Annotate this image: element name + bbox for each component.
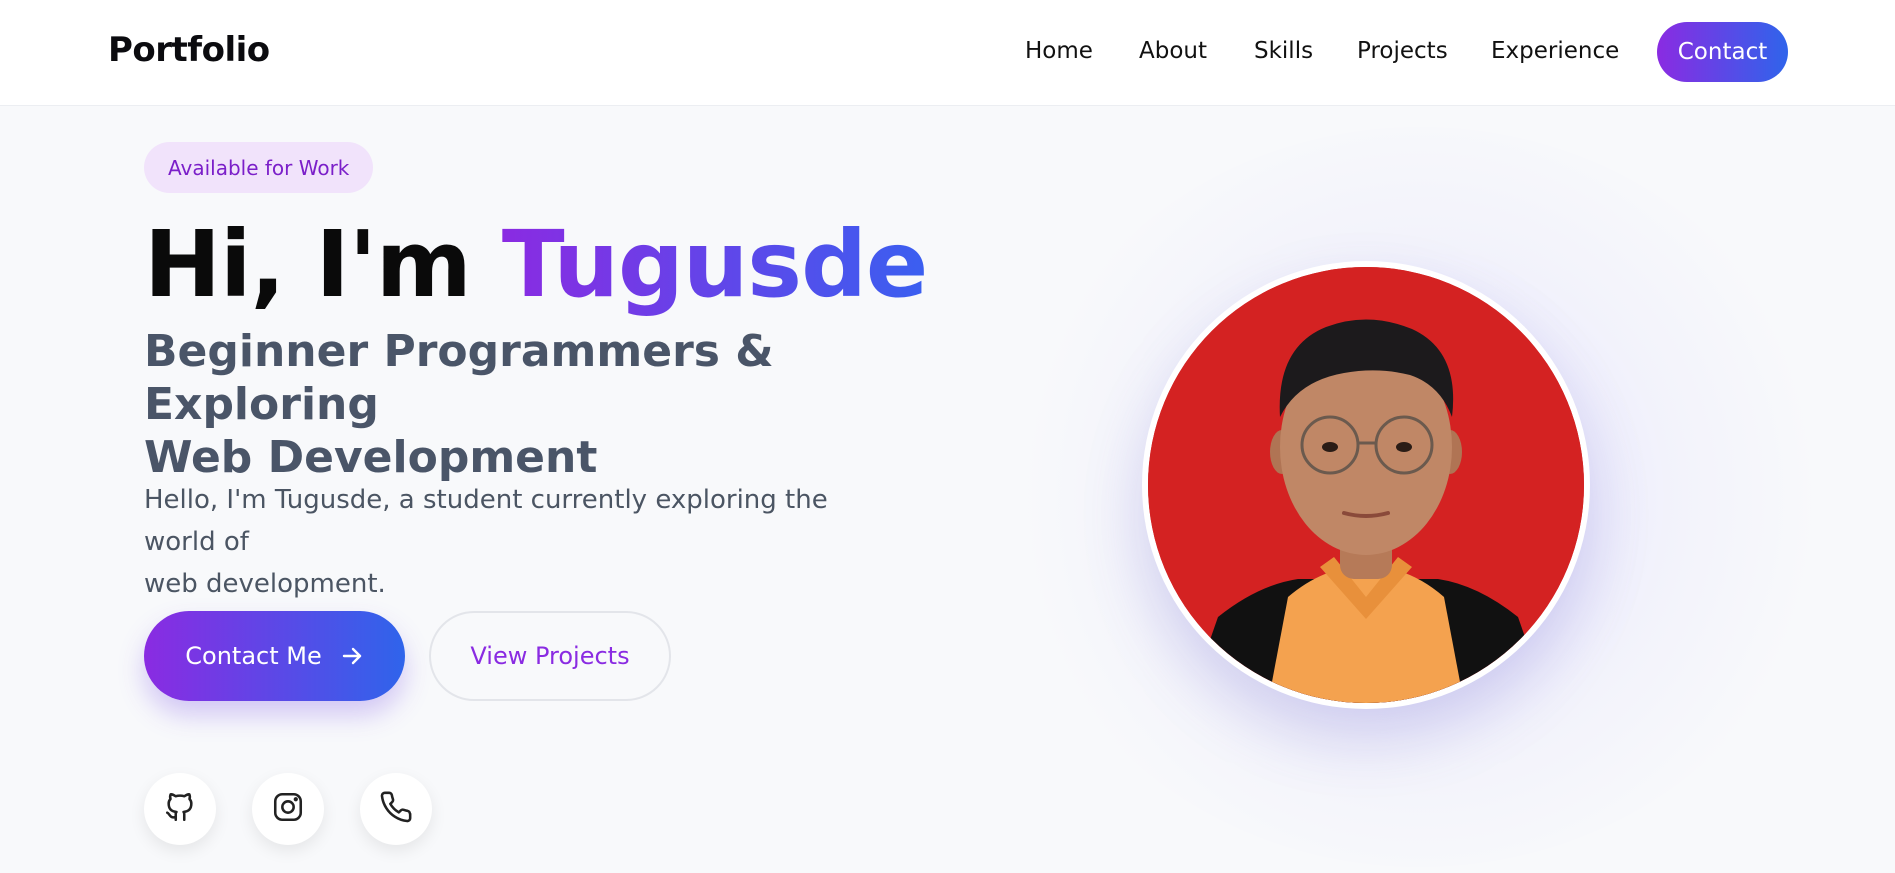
arrow-right-icon [340, 644, 364, 668]
intro-line-2: web development. [144, 569, 386, 599]
instagram-link[interactable] [252, 773, 324, 845]
intro-line-1: Hello, I'm Tugusde, a student currently … [144, 485, 828, 557]
github-icon [163, 790, 197, 828]
headline-name: Tugusde [501, 211, 929, 318]
nav-home[interactable]: Home [1025, 38, 1093, 64]
subtitle-line-2: Web Development [144, 432, 598, 483]
headline-greeting: Hi, I'm [144, 211, 502, 318]
contact-me-button[interactable]: Contact Me [144, 611, 405, 701]
profile-photo-illustration [1148, 267, 1584, 703]
navbar: Portfolio Home About Skills Projects Exp… [0, 0, 1895, 106]
subtitle-line-1: Beginner Programmers & Exploring [144, 326, 774, 430]
availability-badge: Available for Work [144, 142, 374, 193]
hero-subtitle: Beginner Programmers & Exploring Web Dev… [144, 325, 904, 484]
hero-headline: Hi, I'm Tugusde [144, 207, 929, 322]
phone-link[interactable] [360, 773, 432, 845]
hero-intro: Hello, I'm Tugusde, a student currently … [144, 479, 904, 605]
hero-section: Available for Work Hi, I'm Tugusde Begin… [0, 107, 1895, 873]
github-link[interactable] [144, 773, 216, 845]
view-projects-button[interactable]: View Projects [429, 611, 671, 701]
instagram-icon [271, 790, 305, 828]
profile-photo-frame [1142, 261, 1590, 709]
brand-logo[interactable]: Portfolio [108, 30, 270, 70]
contact-me-label: Contact Me [185, 642, 322, 670]
nav-experience[interactable]: Experience [1491, 38, 1619, 64]
nav-about[interactable]: About [1139, 38, 1207, 64]
nav-projects[interactable]: Projects [1357, 38, 1448, 64]
nav-contact-button[interactable]: Contact [1657, 22, 1788, 82]
nav-skills[interactable]: Skills [1254, 38, 1313, 64]
phone-icon [379, 790, 413, 828]
profile-photo [1148, 267, 1584, 703]
